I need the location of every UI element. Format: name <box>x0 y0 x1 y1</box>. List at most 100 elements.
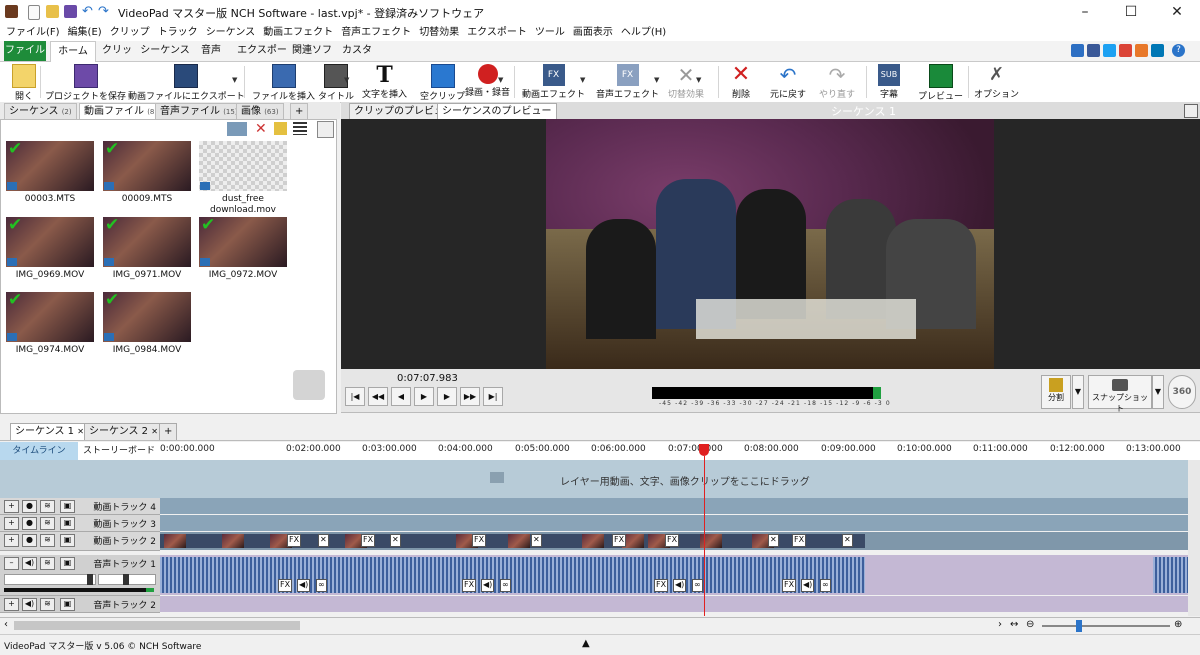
effects-icon[interactable]: ≋ <box>40 557 55 570</box>
video-effects-dropdown[interactable]: ▼ <box>580 76 585 84</box>
fx-badge[interactable]: FX <box>472 534 487 547</box>
fx-badge[interactable]: FX <box>782 579 797 592</box>
pan-slider[interactable] <box>98 574 156 585</box>
maximize-button[interactable]: ☐ <box>1108 0 1154 24</box>
save-icon[interactable] <box>64 5 77 18</box>
scroll-left-icon[interactable]: ‹ <box>4 619 8 630</box>
view-mode-icon[interactable] <box>227 122 247 136</box>
menu-view[interactable]: 画面表示 <box>573 24 613 41</box>
lock-icon[interactable]: ▣ <box>60 598 75 611</box>
transition-icon[interactable]: ✕ <box>768 534 779 547</box>
tab-audio[interactable]: 音声 <box>196 41 226 61</box>
timeline-view-tab[interactable]: タイムライン <box>0 442 78 460</box>
transition-icon[interactable]: ✕ <box>318 534 329 547</box>
redo-quick-icon[interactable]: ↷ <box>98 5 111 18</box>
go-start-button[interactable]: |◀ <box>345 387 365 406</box>
zoom-out-icon[interactable]: ⊖ <box>1026 619 1034 630</box>
eye-icon[interactable]: ● <box>22 500 37 513</box>
speaker-icon[interactable]: ◀) <box>801 579 815 592</box>
tab-file[interactable]: ファイル <box>4 41 46 61</box>
scroll-thumb[interactable] <box>14 621 300 630</box>
twitter-icon[interactable] <box>1103 44 1116 57</box>
options-button[interactable]: ✗ オプション <box>974 64 1019 100</box>
expand-icon[interactable]: + <box>4 598 19 611</box>
save-project-button[interactable]: プロジェクトを保存 <box>45 64 126 102</box>
speaker-icon[interactable]: ◀) <box>22 557 37 570</box>
transition-icon[interactable]: ✕ <box>531 534 542 547</box>
audio-effects-dropdown[interactable]: ▼ <box>654 76 659 84</box>
open-folder-icon[interactable] <box>46 5 59 18</box>
tab-custom[interactable]: カスタム <box>340 41 374 76</box>
audio-track-1-lane[interactable]: FX ◀) ∞ FX ◀) ∞ FX ◀) ∞ FX ◀) ∞ <box>160 555 1188 595</box>
video-track-3-lane[interactable] <box>160 515 1188 531</box>
speaker-icon[interactable]: ◀) <box>673 579 687 592</box>
remove-media-icon[interactable]: ✕ <box>255 121 267 137</box>
tab-sequence[interactable]: シーケンス <box>140 41 190 61</box>
split-button[interactable]: 分割 <box>1041 375 1071 409</box>
loop-icon[interactable]: ∞ <box>500 579 511 592</box>
list-view-icon[interactable] <box>293 122 307 135</box>
google-plus-icon[interactable] <box>1119 44 1132 57</box>
undock-preview-icon[interactable] <box>1184 104 1198 118</box>
menu-track[interactable]: トラック <box>158 24 198 41</box>
step-back-button[interactable]: ◀ <box>391 387 411 406</box>
facebook-icon[interactable] <box>1087 44 1100 57</box>
view-360-button[interactable]: 360 <box>1168 375 1196 409</box>
video-effects-button[interactable]: FX 動画エフェクト <box>522 64 585 100</box>
close-button[interactable]: ✕ <box>1154 0 1200 24</box>
help-icon[interactable]: ? <box>1172 44 1185 57</box>
lock-icon[interactable]: ▣ <box>60 534 75 547</box>
media-item[interactable]: ✔ IMG_0984.MOV <box>103 292 191 355</box>
undo-quick-icon[interactable]: ↶ <box>82 5 95 18</box>
audio-track-2-lane[interactable] <box>160 596 1188 612</box>
linkedin-icon[interactable] <box>1151 44 1164 57</box>
media-item[interactable]: ✔ IMG_0969.MOV <box>6 217 94 280</box>
media-tab-add[interactable]: + <box>290 103 309 120</box>
media-tab-audio[interactable]: 音声ファイル (15) <box>155 103 243 120</box>
redo-button[interactable]: ↷ やり直す <box>819 64 855 100</box>
undock-icon[interactable] <box>317 121 334 138</box>
sequence-tab-2[interactable]: シーケンス 2 ✕ <box>84 423 163 440</box>
new-file-icon[interactable] <box>28 5 40 20</box>
effects-icon[interactable]: ≋ <box>40 517 55 530</box>
expand-icon[interactable]: + <box>4 500 19 513</box>
sequence-tab-1[interactable]: シーケンス 1 ✕ <box>10 423 89 440</box>
media-item[interactable]: ✔ IMG_0972.MOV <box>199 217 287 280</box>
menu-export[interactable]: エクスポート <box>467 24 527 41</box>
lock-icon[interactable]: ▣ <box>60 517 75 530</box>
audio-clip[interactable] <box>1153 557 1188 593</box>
like-icon[interactable] <box>1071 44 1084 57</box>
volume-slider[interactable] <box>4 574 96 585</box>
go-end-button[interactable]: ▶| <box>483 387 503 406</box>
export-dropdown[interactable]: ▼ <box>232 76 237 84</box>
add-folder-icon[interactable] <box>274 122 287 135</box>
speaker-icon[interactable]: ◀) <box>481 579 495 592</box>
prev-frame-button[interactable]: ◀◀ <box>368 387 388 406</box>
fx-badge[interactable]: FX <box>278 579 293 592</box>
fx-badge[interactable]: FX <box>462 579 477 592</box>
minimize-button[interactable]: – <box>1062 0 1108 24</box>
menu-tools[interactable]: ツール <box>535 24 565 41</box>
add-sequence-tab[interactable]: + <box>159 423 178 440</box>
media-tab-images[interactable]: 画像 (63) <box>236 103 284 120</box>
loop-icon[interactable]: ∞ <box>820 579 831 592</box>
expand-panel-icon[interactable]: ▲ <box>582 638 590 649</box>
fit-timeline-icon[interactable]: ↔ <box>1010 619 1018 630</box>
tab-sequence-preview[interactable]: シーケンスのプレビュー <box>437 103 557 120</box>
fx-badge[interactable]: FX <box>361 534 376 547</box>
fx-badge[interactable]: FX <box>665 534 680 547</box>
next-frame-button[interactable]: ▶▶ <box>460 387 480 406</box>
menu-sequence[interactable]: シーケンス <box>206 24 256 41</box>
menu-file[interactable]: ファイル(F) <box>6 24 60 41</box>
preview-button[interactable]: プレビュー <box>918 64 963 102</box>
playhead-handle[interactable] <box>699 444 709 456</box>
storyboard-view-tab[interactable]: ストーリーボード <box>80 442 158 460</box>
eye-icon[interactable]: ● <box>22 534 37 547</box>
menu-help[interactable]: ヘルプ(H) <box>621 24 666 41</box>
transition-icon[interactable]: ✕ <box>390 534 401 547</box>
timeline-horizontal-scrollbar[interactable]: ‹ › ↔ ⊖ ⊕ <box>0 617 1200 634</box>
scroll-right-icon[interactable]: › <box>998 619 1002 630</box>
video-track-4-lane[interactable] <box>160 498 1188 514</box>
subtitles-button[interactable]: SUB 字幕 <box>878 64 900 100</box>
menu-audio-effects[interactable]: 音声エフェクト <box>341 24 411 41</box>
